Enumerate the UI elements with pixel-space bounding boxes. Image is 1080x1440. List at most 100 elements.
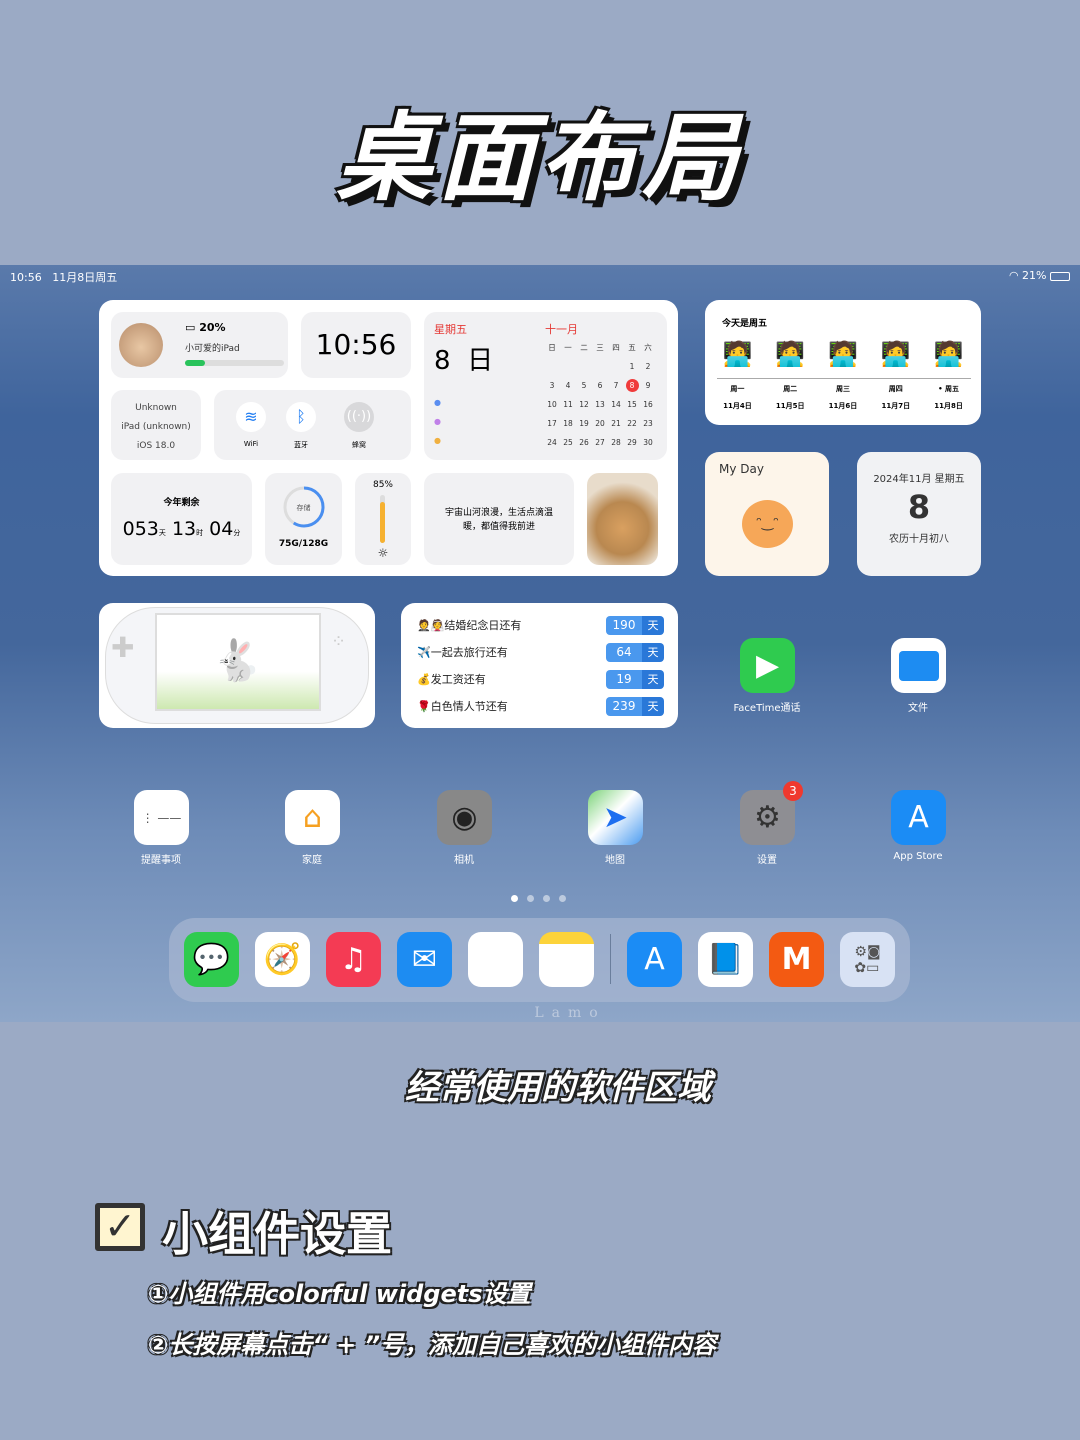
calendar-date[interactable]: 21 <box>608 414 624 433</box>
calendar-date[interactable] <box>608 357 624 376</box>
wifi-label: WiFi <box>243 440 259 448</box>
battery-widget[interactable]: ▭ 20% 小可爱的iPad <box>111 312 288 378</box>
notification-badge: 3 <box>783 781 803 801</box>
calendar-date[interactable]: 17 <box>544 414 560 433</box>
messages-app-icon[interactable]: 💬 <box>184 932 239 987</box>
countdown-item[interactable]: ✈️ 一起去旅行还有 64 天 <box>417 642 664 662</box>
notes-app-icon[interactable] <box>539 932 594 987</box>
date-number: 3 <box>549 381 555 390</box>
calendar-date[interactable] <box>576 357 592 376</box>
calendar-date[interactable] <box>560 357 576 376</box>
countdown-days: 239 <box>606 696 642 716</box>
calendar-date[interactable]: 3 <box>544 376 560 395</box>
reader-app-icon[interactable]: 📘 <box>698 932 753 987</box>
weekday-header: 四 <box>612 343 620 352</box>
cellular-toggle[interactable]: ((·)) <box>344 402 374 432</box>
calendar-date[interactable] <box>592 357 608 376</box>
calendar-date[interactable]: 18 <box>560 414 576 433</box>
section-heading: 小组件设置 <box>162 1207 392 1261</box>
calendar-date[interactable]: 4 <box>560 376 576 395</box>
connectivity-widget[interactable]: ≋ WiFi ᛒ 蓝牙 ((·)) 蜂窝 <box>214 390 411 460</box>
date-number: 28 <box>611 438 621 447</box>
storage-widget[interactable]: 存储 75G/128G <box>265 473 342 565</box>
calendar-date[interactable]: 13 <box>592 395 608 414</box>
calendar-grid: 日一二三四五六 1 2 3 4 5 6 7 8 9 10 11 12 13 14 15 16 17 18 19 20 21… <box>544 338 656 452</box>
calendar-date[interactable]: 12 <box>576 395 592 414</box>
mail-app-icon[interactable]: ✉ <box>397 932 452 987</box>
calendar-date[interactable]: 15 <box>624 395 640 414</box>
calendar-date[interactable]: 10 <box>544 395 560 414</box>
week-day-date: 11月5日 <box>775 402 805 410</box>
calendar-date[interactable]: 5 <box>576 376 592 395</box>
calendar-date[interactable]: 28 <box>608 433 624 452</box>
calendar-date[interactable]: 29 <box>624 433 640 452</box>
app-store-icon[interactable]: A <box>891 790 946 845</box>
week-day: 🧑‍💻 周四 11月7日 <box>869 340 922 411</box>
app-folder-icon[interactable]: ⚙◙ ✿▭ <box>840 932 895 987</box>
calendar-date[interactable]: 7 <box>608 376 624 395</box>
calendar-date[interactable]: 20 <box>592 414 608 433</box>
calendar-date[interactable]: 9 <box>640 376 656 395</box>
page-indicator[interactable] <box>511 895 566 902</box>
safari-app-icon[interactable]: 🧭 <box>255 932 310 987</box>
brightness-slider[interactable] <box>380 495 385 543</box>
calendar-date[interactable]: 1 <box>624 357 640 376</box>
my-day-widget[interactable]: My Day ᵔ‿ᵔ <box>705 452 829 576</box>
facetime-app-icon[interactable]: ▶ <box>740 638 795 693</box>
battery-bar <box>185 360 284 366</box>
countdown-item[interactable]: 🌹 白色情人节还有 239 天 <box>417 696 664 716</box>
brightness-widget[interactable]: 85% ☼ <box>355 473 411 565</box>
dog-photo-widget[interactable] <box>587 473 658 565</box>
calendar-date[interactable]: 2 <box>640 357 656 376</box>
game-console-widget[interactable]: ✚ ⁘ 🐇 <box>99 603 375 728</box>
calendar-day: 8 <box>434 346 451 376</box>
calendar-widget[interactable]: 星期五 8 日 ● ● ● 十一月 日一二三四五六 1 2 3 4 5 6 7 8 9 10 11 12… <box>424 312 667 460</box>
date-number: 18 <box>563 419 573 428</box>
date-number: 29 <box>627 438 637 447</box>
quote-widget[interactable]: 宇宙山河浪漫，生活点滴温暖，都值得我前进 <box>424 473 574 565</box>
calendar-date[interactable]: 22 <box>624 414 640 433</box>
year-remaining-widget[interactable]: 今年剩余 053天 13时 04分 <box>111 473 252 565</box>
week-days: 🧑‍💻 周一 11月4日 🧑‍💻 周二 11月5日 🧑‍💻 周三 11月6日 🧑‍💻 周四 11月7日… <box>711 340 975 411</box>
countdown-item[interactable]: 💰 发工资还有 19 天 <box>417 669 664 689</box>
calendar-date[interactable]: 11 <box>560 395 576 414</box>
wifi-toggle[interactable]: ≋ <box>236 402 266 432</box>
camera-app-icon[interactable]: ◉ <box>437 790 492 845</box>
lunar-calendar-widget[interactable]: 2024年11月 星期五 8 农历十月初八 <box>857 452 981 576</box>
week-mood-widget[interactable]: 今天是周五 🧑‍💻 周一 11月4日 🧑‍💻 周二 11月5日 🧑‍💻 周三 11月6日 🧑‍💻 周… <box>705 300 981 425</box>
countdown-label: 发工资还有 <box>430 673 486 686</box>
week-day: 🧑‍💻 周三 11月6日 <box>817 340 870 411</box>
app-store-dock-icon[interactable]: A <box>627 932 682 987</box>
calendar-date[interactable]: 8 <box>624 376 640 395</box>
widget-stack-large[interactable]: ▭ 20% 小可爱的iPad 10:56 星期五 8 日 ● ● ● 十一月 日… <box>99 300 678 576</box>
calendar-date[interactable]: 6 <box>592 376 608 395</box>
countdown-emoji-icon: 💰 <box>417 672 431 686</box>
calendar-date[interactable]: 25 <box>560 433 576 452</box>
minutes-unit: 分 <box>233 529 241 537</box>
calendar-date[interactable]: 16 <box>640 395 656 414</box>
countdown-widget[interactable]: 🤵👰 结婚纪念日还有 190 天 ✈️ 一起去旅行还有 64 天 💰 发工资还有 19 天 🌹 白色情人节… <box>401 603 678 728</box>
calendar-date[interactable] <box>544 357 560 376</box>
reminders-app-icon[interactable]: ⋮ —— <box>134 790 189 845</box>
week-day-date: 11月8日 <box>934 402 963 410</box>
photos-app-icon[interactable]: ✿ <box>468 932 523 987</box>
clock-widget[interactable]: 10:56 <box>301 312 411 378</box>
hours-unit: 时 <box>196 529 204 537</box>
maps-app-icon[interactable]: ➤ <box>588 790 643 845</box>
countdown-item[interactable]: 🤵👰 结婚纪念日还有 190 天 <box>417 615 664 635</box>
bluetooth-toggle[interactable]: ᛒ <box>286 402 316 432</box>
calendar-date[interactable]: 23 <box>640 414 656 433</box>
music-app-icon[interactable]: ♫ <box>326 932 381 987</box>
calendar-date[interactable]: 14 <box>608 395 624 414</box>
week-title: 今天是周五 <box>722 319 768 329</box>
home-app-icon[interactable]: ⌂ <box>285 790 340 845</box>
calendar-date[interactable]: 27 <box>592 433 608 452</box>
calendar-date[interactable]: 19 <box>576 414 592 433</box>
files-app-icon[interactable] <box>891 638 946 693</box>
calendar-date[interactable]: 26 <box>576 433 592 452</box>
calendar-date[interactable]: 30 <box>640 433 656 452</box>
device-info-widget[interactable]: Unknown iPad (unknown) iOS 18.0 <box>111 390 201 460</box>
calendar-month: 十一月 <box>545 323 578 336</box>
calendar-date[interactable]: 24 <box>544 433 560 452</box>
mango-tv-app-icon[interactable]: M <box>769 932 824 987</box>
